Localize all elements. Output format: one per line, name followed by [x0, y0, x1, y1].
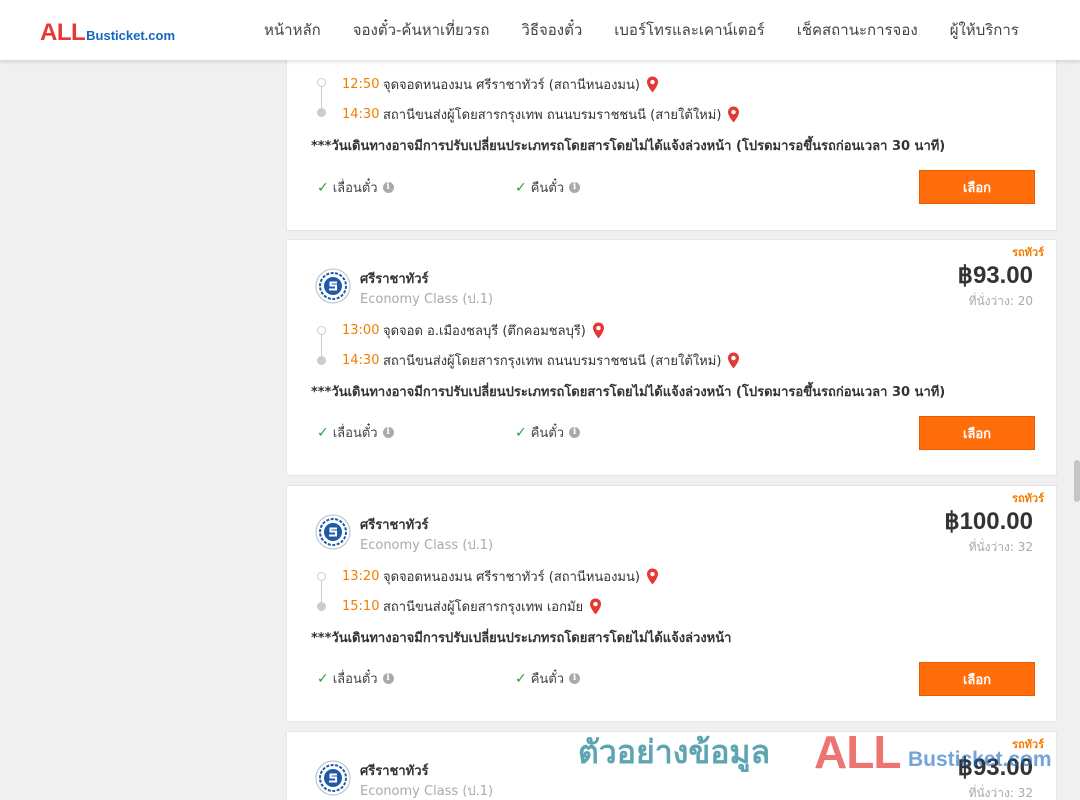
- seats-available: ที่นั่งว่าง: 32: [968, 540, 1033, 554]
- departure-stop: 12:50 จุดจอดหนองมน ศรีราชาทัวร์ (สถานีหน…: [342, 74, 659, 95]
- operator-logo-icon: [315, 268, 351, 304]
- departure-stop: 13:20 จุดจอดหนองมน ศรีราชาทัวร์ (สถานีหน…: [342, 566, 659, 587]
- trip-notice: ***วันเดินทางอาจมีการปรับเปลี่ยนประเภทรถ…: [311, 385, 946, 400]
- operator-logo-icon: [315, 760, 351, 796]
- nav-how-to-book[interactable]: วิธีจองตั๋ว: [505, 18, 598, 42]
- trip-card: 12:50 จุดจอดหนองมน ศรีราชาทัวร์ (สถานีหน…: [286, 40, 1057, 231]
- ticket-price: ฿93.00: [957, 754, 1033, 781]
- change-ticket-label: เลื่อนตั๋ว: [332, 672, 378, 687]
- ticket-price: ฿93.00: [957, 262, 1033, 289]
- nav-contact-counters[interactable]: เบอร์โทรและเคาน์เตอร์: [598, 18, 780, 42]
- logo-all-text: ALL: [40, 19, 86, 46]
- select-trip-button[interactable]: เลือก: [919, 416, 1035, 450]
- nav-home[interactable]: หน้าหลัก: [248, 18, 337, 42]
- nav-book-search[interactable]: จองตั๋ว-ค้นหาเที่ยวรถ: [337, 18, 506, 42]
- info-icon[interactable]: i: [569, 673, 581, 684]
- refund-ticket-label: คืนตั๋ว: [530, 181, 565, 196]
- change-ticket-label: เลื่อนตั๋ว: [332, 426, 378, 441]
- refund-ticket-label: คืนตั๋ว: [530, 672, 565, 687]
- depart-dot: [317, 572, 326, 581]
- bus-class: Economy Class (ป.1): [360, 784, 494, 799]
- change-ticket-option: ✓ เลื่อนตั๋ว i: [317, 668, 394, 689]
- info-icon[interactable]: i: [569, 427, 581, 438]
- route-line: [321, 335, 322, 356]
- trip-notice: ***วันเดินทางอาจมีการปรับเปลี่ยนประเภทรถ…: [311, 139, 946, 154]
- departure-time: 12:50: [342, 77, 380, 92]
- select-trip-button[interactable]: เลือก: [919, 662, 1035, 696]
- operator-logo-icon: [315, 514, 351, 550]
- map-pin-icon[interactable]: [727, 106, 740, 123]
- trip-card: รถทัวร์ ศรีราชาทัวร์ Economy Class (ป.1)…: [286, 731, 1057, 800]
- map-pin-icon[interactable]: [646, 568, 659, 585]
- trip-card: รถทัวร์ ศรีราชาทัวร์ Economy Class (ป.1)…: [286, 485, 1057, 722]
- trip-card: รถทัวร์ ศรีราชาทัวร์ Economy Class (ป.1)…: [286, 239, 1057, 476]
- departure-time: 13:00: [342, 323, 380, 338]
- operator-name: ศรีราชาทัวร์: [360, 518, 429, 533]
- page-scrollbar[interactable]: [1074, 460, 1080, 502]
- departure-place: จุดจอด อ.เมืองชลบุรี (ตึกคอมชลบุรี): [383, 324, 586, 339]
- info-icon[interactable]: i: [382, 673, 394, 684]
- arrival-place: สถานีขนส่งผู้โดยสารกรุงเทพ เอกมัย: [383, 600, 584, 615]
- select-trip-button[interactable]: เลือก: [919, 170, 1035, 204]
- refund-ticket-label: คืนตั๋ว: [530, 426, 565, 441]
- info-icon[interactable]: i: [382, 182, 394, 193]
- departure-place: จุดจอดหนองมน ศรีราชาทัวร์ (สถานีหนองมน): [383, 570, 640, 585]
- ticket-price: ฿100.00: [944, 508, 1033, 535]
- check-icon: ✓: [317, 179, 329, 196]
- site-logo[interactable]: ALL Busticket.com: [40, 19, 175, 47]
- bus-class: Economy Class (ป.1): [360, 292, 494, 307]
- seats-available: ที่นั่งว่าง: 32: [968, 786, 1033, 800]
- check-icon: ✓: [317, 424, 329, 441]
- operator-name: ศรีราชาทัวร์: [360, 272, 429, 287]
- arrival-time: 14:30: [342, 107, 380, 122]
- bus-type-tag: รถทัวร์: [1012, 738, 1044, 751]
- change-ticket-option: ✓ เลื่อนตั๋ว i: [317, 177, 394, 198]
- refund-ticket-option: ✓ คืนตั๋ว i: [515, 422, 581, 443]
- check-icon: ✓: [515, 670, 527, 687]
- nav-operators[interactable]: ผู้ให้บริการ: [934, 18, 1035, 42]
- bus-type-tag: รถทัวร์: [1012, 492, 1044, 505]
- map-pin-icon[interactable]: [589, 598, 602, 615]
- arrival-time: 14:30: [342, 353, 380, 368]
- arrival-time: 15:10: [342, 599, 380, 614]
- seats-available: ที่นั่งว่าง: 20: [968, 294, 1033, 308]
- depart-dot: [317, 78, 326, 87]
- check-icon: ✓: [515, 424, 527, 441]
- route-line: [321, 87, 322, 108]
- change-ticket-label: เลื่อนตั๋ว: [332, 181, 378, 196]
- info-icon[interactable]: i: [382, 427, 394, 438]
- bus-type-tag: รถทัวร์: [1012, 246, 1044, 259]
- map-pin-icon[interactable]: [646, 76, 659, 93]
- trip-notice: ***วันเดินทางอาจมีการปรับเปลี่ยนประเภทรถ…: [311, 631, 732, 646]
- arrive-dot: [317, 108, 326, 117]
- depart-dot: [317, 326, 326, 335]
- arrival-stop: 14:30 สถานีขนส่งผู้โดยสารกรุงเทพ ถนนบรมร…: [342, 350, 740, 371]
- arrival-place: สถานีขนส่งผู้โดยสารกรุงเทพ ถนนบรมราชชนนี…: [383, 354, 722, 369]
- bus-class: Economy Class (ป.1): [360, 538, 494, 553]
- departure-stop: 13:00 จุดจอด อ.เมืองชลบุรี (ตึกคอมชลบุรี…: [342, 320, 605, 341]
- arrive-dot: [317, 602, 326, 611]
- top-header: ALL Busticket.com หน้าหลัก จองตั๋ว-ค้นหา…: [0, 0, 1080, 60]
- arrival-place: สถานีขนส่งผู้โดยสารกรุงเทพ ถนนบรมราชชนนี…: [383, 108, 722, 123]
- arrival-stop: 15:10 สถานีขนส่งผู้โดยสารกรุงเทพ เอกมัย: [342, 596, 602, 617]
- route-line: [321, 581, 322, 602]
- check-icon: ✓: [515, 179, 527, 196]
- map-pin-icon[interactable]: [592, 322, 605, 339]
- main-nav: หน้าหลัก จองตั๋ว-ค้นหาเที่ยวรถ วิธีจองตั…: [248, 0, 1035, 60]
- check-icon: ✓: [317, 670, 329, 687]
- nav-check-booking[interactable]: เช็คสถานะการจอง: [781, 18, 934, 42]
- refund-ticket-option: ✓ คืนตั๋ว i: [515, 177, 581, 198]
- operator-name: ศรีราชาทัวร์: [360, 764, 429, 779]
- info-icon[interactable]: i: [569, 182, 581, 193]
- departure-time: 13:20: [342, 569, 380, 584]
- arrive-dot: [317, 356, 326, 365]
- logo-busticket-text: Busticket.com: [86, 28, 176, 43]
- change-ticket-option: ✓ เลื่อนตั๋ว i: [317, 422, 394, 443]
- refund-ticket-option: ✓ คืนตั๋ว i: [515, 668, 581, 689]
- map-pin-icon[interactable]: [727, 352, 740, 369]
- departure-place: จุดจอดหนองมน ศรีราชาทัวร์ (สถานีหนองมน): [383, 78, 640, 93]
- arrival-stop: 14:30 สถานีขนส่งผู้โดยสารกรุงเทพ ถนนบรมร…: [342, 104, 740, 125]
